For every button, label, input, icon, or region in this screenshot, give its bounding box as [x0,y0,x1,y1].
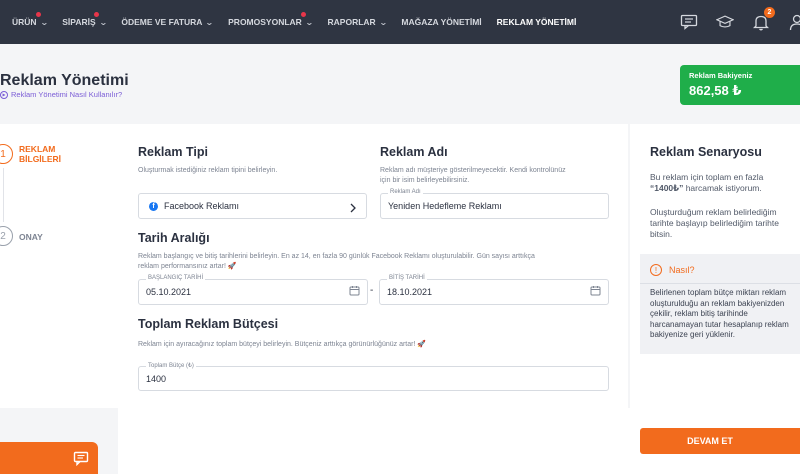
how-header: ! Nasıl? [650,264,695,276]
nav-item-label: SİPARİŞ [62,17,96,27]
how-info-box: ! Nasıl? Belirlenen toplam bütçe miktarı… [640,254,800,354]
chevron-down-icon: ⌄ [205,17,215,27]
scenario-text-budget-rest: harcamak istiyorum. [683,183,762,193]
notification-dot [301,12,307,17]
nav-item[interactable]: MAĞAZA YÖNETİMİ [401,17,481,27]
ad-type-select[interactable]: f Facebook Reklamı [138,193,367,219]
ad-name-description-line2: için bir isim belirleyebilirsiniz. [380,177,470,184]
user-icon[interactable] [788,13,800,31]
nav-item-label: REKLAM YÖNETİMİ [496,17,577,27]
balance-value: 862,58 ₺ [689,83,742,98]
notification-dot [94,12,100,17]
page-title: Reklam Yönetimi [0,72,129,89]
ad-form: Reklam Tipi Oluşturmak istediğiniz rekla… [118,124,628,408]
scenario-text-budget: Bu reklam için toplam en fazla “1400₺” h… [650,172,800,194]
chevron-down-icon: ⌄ [39,17,49,27]
nav-item[interactable]: SİPARİŞ ⌄ [62,12,108,27]
start-date-label: BAŞLANGIÇ TARİHİ [146,275,206,281]
chat-bubble-icon [73,451,89,466]
notification-dot [36,12,41,17]
end-date-value: 18.10.2021 [387,287,433,297]
balance-label: Reklam Bakiyeniz [689,71,753,80]
end-date-field[interactable]: BİTİŞ TARİHİ 18.10.2021 [379,275,609,305]
chevron-down-icon: ⌄ [304,17,314,27]
nav-item-label: RAPORLAR [327,17,376,27]
bell-icon[interactable]: 2 [752,7,775,31]
education-icon[interactable] [716,13,734,31]
step-label-line2: BİLGİLERİ [19,154,62,164]
divider [640,283,800,284]
step-number: 2 [0,226,13,246]
end-date-label: BİTİŞ TARİHİ [387,275,427,281]
scenario-text-budget-line2: “1400₺” harcamak istiyorum. [650,183,800,194]
balance-card: Reklam Bakiyeniz 862,58 ₺ [680,65,800,105]
nav-item[interactable]: ÜRÜN ⌄ [12,12,49,27]
ad-type-value-wrap: f Facebook Reklamı [149,200,240,212]
budget-value: 1400 [146,373,167,384]
nav-item[interactable]: ÖDEME VE FATURA ⌄ [121,17,215,27]
play-icon: ▶ [0,90,8,99]
step-confirm[interactable]: 2 ONAY [0,226,43,246]
budget-title: Toplam Reklam Bütçesi [138,317,279,331]
nav-item[interactable]: REKLAM YÖNETİMİ [497,17,577,27]
chat-icon[interactable] [680,13,698,31]
ad-type-title: Reklam Tipi [138,145,208,159]
scenario-budget-amount: “1400₺” [650,183,684,193]
chevron-down-icon: ⌄ [98,17,108,27]
ad-name-field[interactable]: Reklam Adı Yeniden Hedefleme Reklamı [380,189,609,219]
chevron-right-icon [350,200,356,218]
start-date-value: 05.10.2021 [146,287,192,297]
date-range-description-line1: Reklam başlangıç ve bitiş tarihlerini be… [138,253,535,260]
step-number: 1 [0,144,13,164]
continue-button[interactable]: DEVAM ET [640,428,800,454]
step-label-line1: REKLAM [19,144,56,154]
help-link-label: Reklam Yönetimi Nasıl Kullanılır? [11,90,123,99]
calendar-icon[interactable] [349,283,360,301]
date-range-title: Tarih Aralığı [138,231,210,245]
page-header: Reklam Yönetimi ▶ Reklam Yönetimi Nasıl … [0,44,800,124]
notification-badge: 2 [764,7,775,18]
date-separator: - [370,285,374,296]
step-label: ONAY [19,232,43,242]
step-ad-info[interactable]: 1 REKLAM BİLGİLERİ [0,144,61,164]
scenario-title: Reklam Senaryosu [650,145,762,159]
ad-name-description: Reklam adı müşteriye gösterilmeyecektir.… [380,166,610,186]
nav-menu: ÜRÜN ⌄ SİPARİŞ ⌄ ÖDEME VE FATURA ⌄ PROMOSYONLA… [12,12,591,27]
step-connector [3,168,4,222]
ad-type-value: Facebook Reklamı [164,200,240,211]
chevron-down-icon: ⌄ [378,17,388,27]
live-chat-button[interactable] [0,442,98,474]
nav-icons: 2 [662,0,800,44]
budget-description: Reklam için ayıracağınız toplam bütçeyi … [138,341,427,348]
budget-field[interactable]: Toplam Bütçe (₺) 1400 [138,362,609,391]
ad-name-description-line1: Reklam adı müşteriye gösterilmeyecektir.… [380,167,566,174]
ad-name-value: Yeniden Hedefleme Reklamı [388,201,502,211]
step-label: REKLAM BİLGİLERİ [19,144,61,164]
info-icon: ! [650,264,662,276]
scenario-text-dates: Oluşturduğum reklam belirlediğim tarihte… [650,207,779,239]
ad-name-field-label: Reklam Adı [388,189,423,195]
top-nav: ÜRÜN ⌄ SİPARİŞ ⌄ ÖDEME VE FATURA ⌄ PROMOSYONLA… [0,0,800,44]
how-text: Belirlenen toplam bütçe miktarı reklam o… [650,288,789,340]
facebook-icon: f [149,202,158,212]
nav-item-label: PROMOSYONLAR [228,17,302,27]
nav-item-label: ÜRÜN [12,17,37,27]
nav-item[interactable]: PROMOSYONLAR ⌄ [228,12,314,27]
nav-item-label: ÖDEME VE FATURA [121,17,203,27]
nav-item-label: MAĞAZA YÖNETİMİ [401,17,482,27]
ad-type-description: Oluşturmak istediğiniz reklam tipini bel… [138,167,278,174]
calendar-icon[interactable] [590,283,601,301]
start-date-field[interactable]: BAŞLANGIÇ TARİHİ 05.10.2021 [138,275,368,305]
nav-item[interactable]: RAPORLAR ⌄ [327,17,388,27]
date-range-description: Reklam başlangıç ve bitiş tarihlerini be… [138,252,608,272]
scenario-text-budget-line1: Bu reklam için toplam en fazla [650,172,764,182]
date-range-description-line2: reklam performansınız artar! 🚀 [138,263,237,270]
how-title: Nasıl? [669,265,695,275]
help-link[interactable]: ▶ Reklam Yönetimi Nasıl Kullanılır? [0,90,122,99]
scenario-panel: Reklam Senaryosu Bu reklam için toplam e… [630,124,800,408]
budget-field-label: Toplam Bütçe (₺) [146,362,196,369]
footer-bar: DEVAM ET [0,408,800,474]
ad-name-title: Reklam Adı [380,145,448,159]
